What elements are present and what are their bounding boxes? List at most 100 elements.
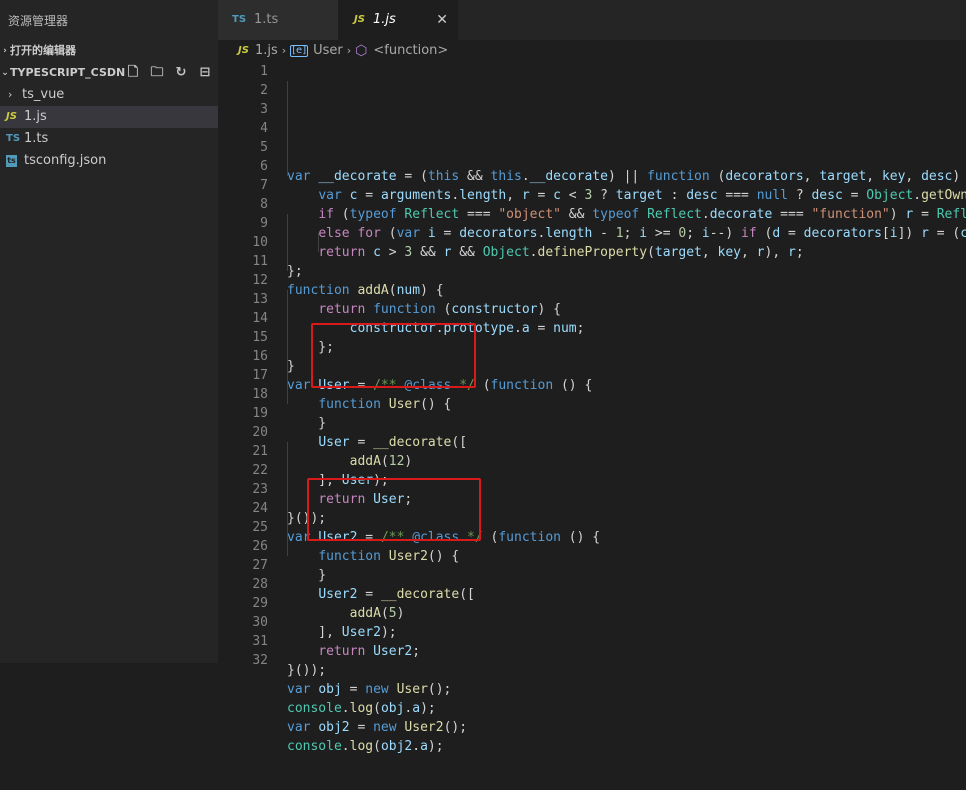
close-icon[interactable]: ✕ (436, 0, 448, 42)
line-number: 3 (260, 102, 268, 117)
tree-item-1-js[interactable]: JS 1.js (0, 106, 218, 128)
new-file-icon[interactable]: 🗋 (126, 66, 140, 80)
line-number: 23 (252, 482, 268, 497)
code-line: return c > 3 && r && Object.defineProper… (318, 245, 804, 260)
line-number-gutter: 1 2 3 4 5 6 7 8 9 10 11 12 13 14 15 16 17 18 19 20 21 22 23 24 2… (218, 62, 268, 670)
breadcrumb-function[interactable]: <function> (373, 40, 448, 62)
line-number: 4 (260, 121, 268, 136)
js-file-icon: JS (354, 14, 365, 25)
indent-guide (318, 233, 319, 252)
line-number: 30 (252, 615, 268, 630)
explorer-actions: 🗋 🗀 ↻ ⊟ (126, 66, 218, 80)
method-cube-icon: ⬡ (355, 43, 368, 59)
code-line: var obj2 = new User2(); (287, 720, 468, 735)
open-editors-section[interactable]: › 打开的编辑器 (0, 40, 218, 62)
code-editor[interactable]: var __decorate = (this && this.__decorat… (287, 62, 966, 790)
code-line: }; (287, 340, 334, 355)
line-number: 29 (252, 596, 268, 611)
tree-item-tsconfig[interactable]: ts tsconfig.json (0, 150, 218, 172)
line-number: 7 (260, 178, 268, 193)
line-number: 31 (252, 634, 268, 649)
code-line: console.log(obj.a); (287, 701, 436, 716)
line-number: 14 (252, 311, 268, 326)
open-editors-label: 打开的编辑器 (10, 44, 76, 57)
line-number: 16 (252, 349, 268, 364)
tree-item-1-ts[interactable]: TS 1.ts (0, 128, 218, 150)
line-number: 18 (252, 387, 268, 402)
explorer-sidebar: 资源管理器 › 打开的编辑器 ⌄ TYPESCRIPT_CSDN 🗋 🗀 ↻ ⊟… (0, 0, 218, 663)
editor-tabs: TS 1.ts JS 1.js ✕ (218, 0, 966, 40)
code-line: return function (constructor) { (318, 302, 561, 317)
line-number: 5 (260, 140, 268, 155)
code-line: User = __decorate([ (318, 435, 468, 450)
line-number: 2 (260, 83, 268, 98)
chevron-right-icon: › (346, 44, 352, 57)
ts-file-icon: TS (6, 133, 21, 144)
tree-item-label: ts_vue (22, 87, 65, 102)
code-line: var User = /** @class */ (function () { (287, 378, 593, 393)
line-number: 15 (252, 330, 268, 345)
code-line: console.log(obj2.a); (287, 739, 444, 754)
code-line: }()); (287, 511, 327, 526)
code-line: function User() { (318, 397, 452, 412)
line-number: 6 (260, 159, 268, 174)
project-section[interactable]: ⌄ TYPESCRIPT_CSDN 🗋 🗀 ↻ ⊟ (0, 62, 218, 84)
line-number: 20 (252, 425, 268, 440)
code-line: function addA(num) { (287, 283, 444, 298)
explorer-title: 资源管理器 (8, 14, 69, 28)
line-number: 11 (252, 254, 268, 269)
new-folder-icon[interactable]: 🗀 (150, 66, 164, 80)
breadcrumb-file[interactable]: 1.js (255, 40, 278, 62)
refresh-icon[interactable]: ↻ (174, 66, 188, 80)
code-line: else for (var i = decorators.length - 1;… (318, 226, 966, 241)
code-line: addA(5) (349, 606, 405, 621)
chevron-right-icon: › (8, 88, 13, 101)
code-line: var __decorate = (this && this.__decorat… (287, 169, 961, 184)
tab-label: 1.ts (254, 12, 279, 27)
code-line: constructor.prototype.a = num; (349, 321, 585, 336)
code-line: } (287, 568, 327, 583)
chevron-down-icon: ⌄ (1, 68, 9, 78)
chevron-right-icon: › (281, 44, 287, 57)
code-line: if (typeof Reflect === "object" && typeo… (318, 207, 966, 222)
indent-guide (287, 214, 288, 271)
breadcrumb: JS 1.js › [e] User › ⬡ <function> (218, 40, 966, 62)
ts-file-icon: TS (232, 14, 247, 25)
line-number: 12 (252, 273, 268, 288)
collapse-all-icon[interactable]: ⊟ (198, 66, 212, 80)
line-number: 1 (260, 64, 268, 79)
indent-guide (287, 442, 288, 556)
tree-item-ts-vue[interactable]: › ts_vue (0, 84, 218, 106)
js-file-icon: JS (6, 111, 17, 122)
chevron-right-icon: › (3, 46, 7, 56)
breadcrumb-symbol[interactable]: User (313, 40, 343, 62)
code-line: } (287, 359, 295, 374)
code-line: var c = arguments.length, r = c < 3 ? ta… (318, 188, 966, 203)
tab-label: 1.js (372, 12, 396, 27)
code-line: function User2() { (318, 549, 460, 564)
line-number: 24 (252, 501, 268, 516)
code-line: }; (287, 264, 303, 279)
indent-guide (287, 81, 288, 176)
tab-1-js[interactable]: JS 1.js ✕ (338, 0, 458, 40)
code-line: return User2; (318, 644, 421, 659)
line-number: 21 (252, 444, 268, 459)
code-line: ], User2); (287, 625, 397, 640)
code-line: return User; (318, 492, 413, 507)
line-number: 26 (252, 539, 268, 554)
line-number: 9 (260, 216, 268, 231)
code-line: var obj = new User(); (287, 682, 452, 697)
variable-symbol-icon: [e] (290, 45, 309, 57)
code-line: }()); (287, 663, 327, 678)
line-number: 25 (252, 520, 268, 535)
code-line: ], User); (287, 473, 389, 488)
code-lines: var __decorate = (this && this.__decorat… (287, 167, 966, 775)
line-number: 19 (252, 406, 268, 421)
line-number: 8 (260, 197, 268, 212)
tab-1-ts[interactable]: TS 1.ts (218, 0, 338, 40)
line-number: 27 (252, 558, 268, 573)
code-line: var User2 = /** @class */ (function () { (287, 530, 601, 545)
project-label: TYPESCRIPT_CSDN (10, 66, 126, 79)
js-file-icon: JS (238, 45, 249, 56)
